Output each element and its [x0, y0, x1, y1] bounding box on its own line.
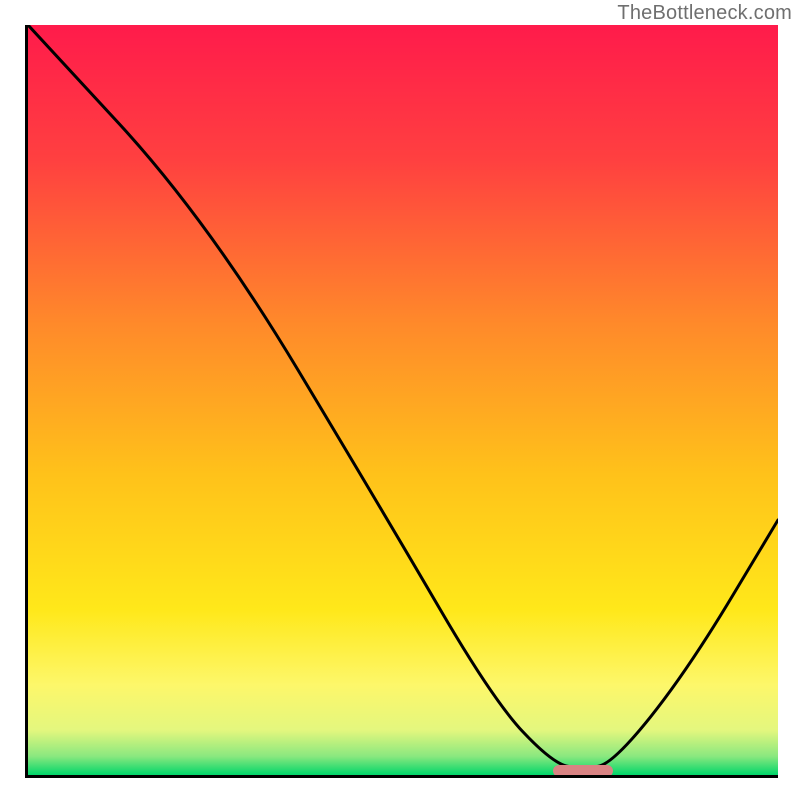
bottleneck-chart: TheBottleneck.com — [0, 0, 800, 800]
optimal-range-marker — [553, 765, 613, 777]
watermark-text: TheBottleneck.com — [617, 2, 792, 25]
plot-area — [25, 25, 778, 778]
bottleneck-curve — [28, 25, 778, 775]
